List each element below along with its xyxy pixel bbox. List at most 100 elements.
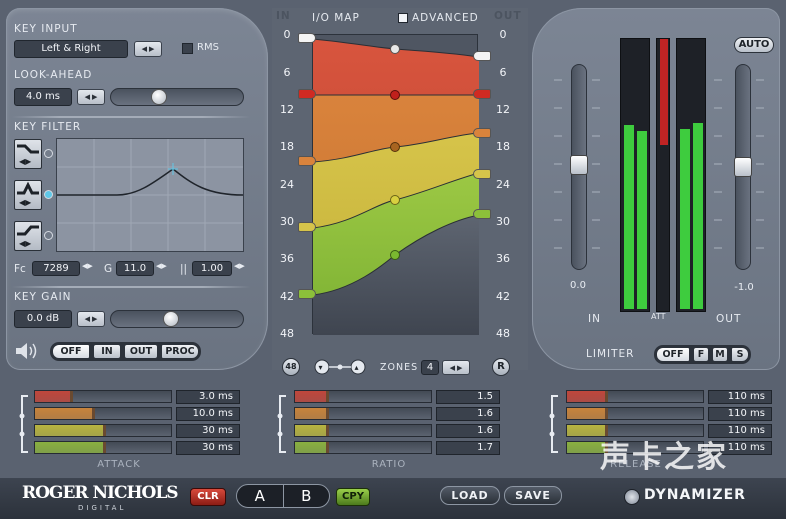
monitor-out-button[interactable]: OUT (124, 344, 158, 359)
release-slider[interactable] (566, 407, 704, 420)
filter-peak-button[interactable]: ◀▶ (14, 180, 42, 210)
zone-handle-in-0[interactable] (298, 33, 316, 43)
zone-handle-out-2[interactable] (473, 128, 491, 138)
key-input-label: KEY INPUT (14, 23, 78, 35)
key-input-select[interactable]: Left & Right (14, 40, 128, 58)
zone-handle-out-4[interactable] (473, 209, 491, 219)
key-filter-curve (57, 139, 244, 251)
zone-handle-out-3[interactable] (473, 169, 491, 179)
right-tick: 48 (496, 327, 510, 340)
filter-radio-2[interactable] (44, 190, 53, 199)
limiter-off-button[interactable]: OFF (656, 347, 690, 362)
left-tick: 48 (280, 327, 294, 340)
speaker-icon (14, 340, 40, 362)
key-input-stepper[interactable]: ◀ ▶ (134, 41, 162, 57)
q-stepper-icon[interactable]: ◀▶ (234, 262, 245, 270)
ratio-slider[interactable] (294, 407, 432, 420)
input-meter-right-fill (637, 131, 647, 309)
filter-radio-1[interactable] (44, 149, 53, 158)
look-ahead-slider[interactable] (110, 88, 244, 106)
monitor-in-button[interactable]: IN (93, 344, 121, 359)
release-value[interactable]: 110 ms (708, 407, 772, 421)
attack-slider[interactable] (34, 390, 172, 403)
key-gain-value[interactable]: 0.0 dB (14, 310, 72, 328)
zone-handle-in-3[interactable] (298, 222, 316, 232)
arrow-left-icon: ◀ (84, 93, 90, 101)
look-ahead-stepper[interactable]: ◀ ▶ (77, 89, 105, 105)
right-tick: 30 (496, 215, 510, 228)
release-value[interactable]: 110 ms (708, 390, 772, 404)
ratio-value[interactable]: 1.5 (436, 390, 500, 404)
svg-text:▴: ▴ (355, 363, 359, 372)
ratio-slider[interactable] (294, 441, 432, 454)
monitor-off-button[interactable]: OFF (52, 344, 90, 359)
attack-slider-fill (35, 408, 95, 419)
q-label: || (180, 263, 188, 275)
ratio-link-bracket (277, 395, 286, 453)
attack-value[interactable]: 30 ms (176, 441, 240, 455)
attack-value[interactable]: 10.0 ms (176, 407, 240, 421)
right-tick: 6 (499, 66, 507, 79)
io-48-button[interactable]: 48 (282, 358, 300, 376)
ratio-value[interactable]: 1.6 (436, 407, 500, 421)
zone-handle-in-2[interactable] (298, 156, 316, 166)
load-button[interactable]: LOAD (440, 486, 500, 505)
look-ahead-knob[interactable] (151, 89, 167, 105)
g-stepper-icon[interactable]: ◀▶ (156, 262, 167, 270)
key-filter-label: KEY FILTER (14, 121, 82, 133)
zones-stepper[interactable]: ◀ ▶ (442, 360, 470, 375)
q-value[interactable]: 1.00 (192, 261, 232, 276)
zone-handle-out-1[interactable] (473, 89, 491, 99)
ratio-row: 1.6 (294, 424, 500, 438)
fc-value[interactable]: 7289 (32, 261, 80, 276)
advanced-checkbox[interactable] (398, 13, 408, 23)
limiter-f-button[interactable]: F (693, 347, 709, 362)
arrow-left-icon: ◀ (84, 315, 90, 323)
release-slider[interactable] (566, 390, 704, 403)
zones-label: ZONES (380, 362, 419, 373)
rms-checkbox[interactable] (182, 43, 193, 54)
key-filter-graph[interactable] (56, 138, 244, 252)
copy-button[interactable]: CPY (336, 488, 370, 506)
limiter-s-button[interactable]: S (731, 347, 749, 362)
right-tick: 12 (496, 103, 510, 116)
clear-button[interactable]: CLR (190, 488, 226, 506)
filter-lowshelf-button[interactable]: ◀▶ (14, 139, 42, 169)
zone-handle-in-1[interactable] (298, 89, 316, 99)
attack-slider[interactable] (34, 407, 172, 420)
svg-text:◀▶: ◀▶ (19, 157, 32, 166)
auto-button[interactable]: AUTO (734, 37, 774, 53)
zone-handle-out-0[interactable] (473, 51, 491, 61)
fc-stepper-icon[interactable]: ◀▶ (82, 262, 93, 270)
ratio-slider[interactable] (294, 424, 432, 437)
limiter-m-button[interactable]: M (712, 347, 728, 362)
io-map-graph[interactable] (312, 34, 480, 335)
g-value[interactable]: 11.0 (116, 261, 154, 276)
key-gain-slider[interactable] (110, 310, 244, 328)
key-gain-knob[interactable] (163, 311, 179, 327)
limiter-group: OFF F M S (654, 345, 751, 364)
zone-handle-in-4[interactable] (298, 289, 316, 299)
ratio-value[interactable]: 1.6 (436, 424, 500, 438)
save-button[interactable]: SAVE (504, 486, 562, 505)
attack-slider[interactable] (34, 424, 172, 437)
arrow-left-icon: ◀ (449, 363, 455, 372)
preset-b-button[interactable]: B (284, 485, 330, 507)
ratio-value[interactable]: 1.7 (436, 441, 500, 455)
zones-value[interactable]: 4 (421, 360, 439, 375)
attack-value[interactable]: 3.0 ms (176, 390, 240, 404)
arrow-right-icon: ▶ (149, 45, 155, 53)
monitor-proc-button[interactable]: PROC (161, 344, 199, 359)
svg-text:◀▶: ◀▶ (19, 239, 32, 248)
attack-slider[interactable] (34, 441, 172, 454)
io-link-control[interactable]: ▾ ▴ (314, 359, 366, 375)
attack-value[interactable]: 30 ms (176, 424, 240, 438)
filter-highshelf-button[interactable]: ◀▶ (14, 221, 42, 251)
ratio-slider[interactable] (294, 390, 432, 403)
key-gain-stepper[interactable]: ◀ ▶ (77, 311, 105, 327)
attenuation-meter (656, 38, 670, 312)
filter-radio-3[interactable] (44, 231, 53, 240)
preset-a-button[interactable]: A (237, 485, 284, 507)
look-ahead-value[interactable]: 4.0 ms (14, 88, 72, 106)
io-reset-button[interactable]: R (492, 358, 510, 376)
